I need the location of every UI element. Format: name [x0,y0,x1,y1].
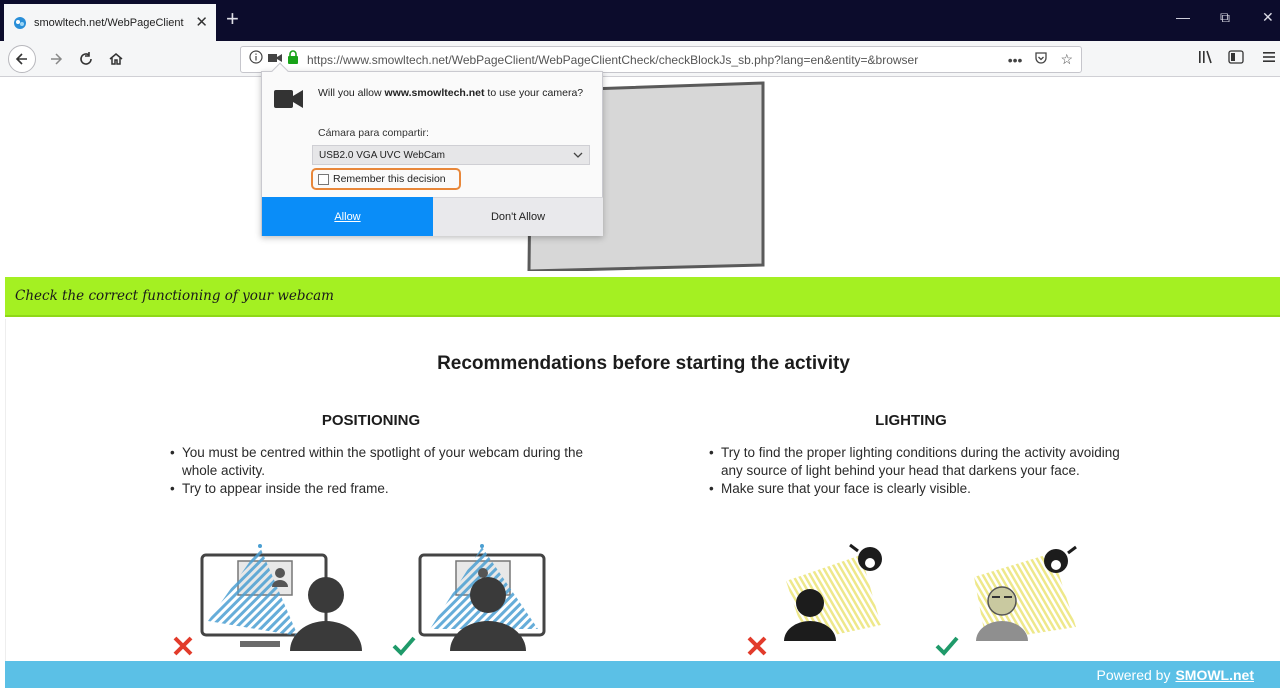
recommendations-panel: Recommendations before starting the acti… [5,319,1280,661]
restore-button[interactable]: ⧉ [1220,10,1230,24]
device-label: Cámara para compartir: [318,127,429,139]
info-icon[interactable] [249,50,263,69]
camera-icon [274,88,304,110]
positioning-heading: POSITIONING [321,412,421,429]
pocket-icon[interactable] [1034,51,1048,68]
smowl-link[interactable]: SMOWL.net [1175,667,1254,683]
tab-close-icon[interactable]: ✕ [195,15,208,30]
menu-icon[interactable] [1262,50,1276,67]
browser-tab[interactable]: smowltech.net/WebPageClient ✕ [4,4,216,41]
forward-icon[interactable] [42,45,70,73]
remember-decision-checkbox[interactable]: Remember this decision [311,168,461,190]
list-item: Try to find the proper lighting conditio… [707,444,1127,480]
camera-permission-popup: Will you allow www.smowltech.net to use … [261,62,603,236]
checkbox-box[interactable] [318,173,329,185]
camera-device-select[interactable]: USB2.0 VGA UVC WebCam [312,145,590,165]
lighting-wrong-illustration [766,541,906,656]
lighting-heading: LIGHTING [875,412,947,429]
minimize-button[interactable]: — [1176,10,1190,24]
wrong-cross-icon [172,635,194,662]
new-tab-button[interactable]: + [226,8,239,30]
lighting-right-illustration [956,541,1096,656]
selected-device: USB2.0 VGA UVC WebCam [319,149,445,161]
banner-text: Check the correct functioning of your we… [15,288,334,304]
allow-button[interactable]: Allow [262,197,433,236]
page-content: Check the correct functioning of your we… [0,77,1280,688]
chevron-down-icon [573,150,583,161]
webcam-check-banner: Check the correct functioning of your we… [5,277,1280,317]
url-text[interactable]: https://www.smowltech.net/WebPageClient/… [307,53,1000,67]
sidebar-icon[interactable] [1228,50,1244,67]
site-favicon-icon [12,15,28,31]
tab-title: smowltech.net/WebPageClient [34,16,184,29]
dont-allow-button[interactable]: Don't Allow [433,197,603,236]
powered-by-footer: Powered by SMOWL.net [5,661,1280,688]
list-item: Make sure that your face is clearly visi… [707,480,1127,498]
positioning-list: You must be centred within the spotlight… [168,444,588,498]
bookmark-star-icon[interactable]: ☆ [1060,51,1073,68]
positioning-wrong-illustration [168,541,368,666]
right-check-icon [391,635,417,662]
library-icon[interactable] [1198,50,1214,67]
wrong-cross-icon [746,635,768,662]
permission-question: Will you allow www.smowltech.net to use … [318,87,584,99]
reload-icon[interactable] [72,45,100,73]
footer-text: Powered by [1096,666,1171,683]
lock-icon[interactable] [287,50,299,69]
navigation-toolbar: https://www.smowltech.net/WebPageClient/… [0,41,1280,77]
remember-label: Remember this decision [333,173,446,185]
right-check-icon [934,635,960,662]
list-item: You must be centred within the spotlight… [168,444,588,480]
back-icon[interactable] [8,45,36,73]
list-item: Try to appear inside the red frame. [168,480,588,498]
tab-strip: smowltech.net/WebPageClient ✕ + — ⧉ ✕ [0,0,1280,41]
page-actions-icon[interactable]: ••• [1008,52,1023,68]
close-window-button[interactable]: ✕ [1262,10,1274,24]
recommendations-title: Recommendations before starting the acti… [437,353,850,374]
url-bar[interactable]: https://www.smowltech.net/WebPageClient/… [240,46,1082,73]
lighting-list: Try to find the proper lighting conditio… [707,444,1127,498]
home-icon[interactable] [102,45,130,73]
